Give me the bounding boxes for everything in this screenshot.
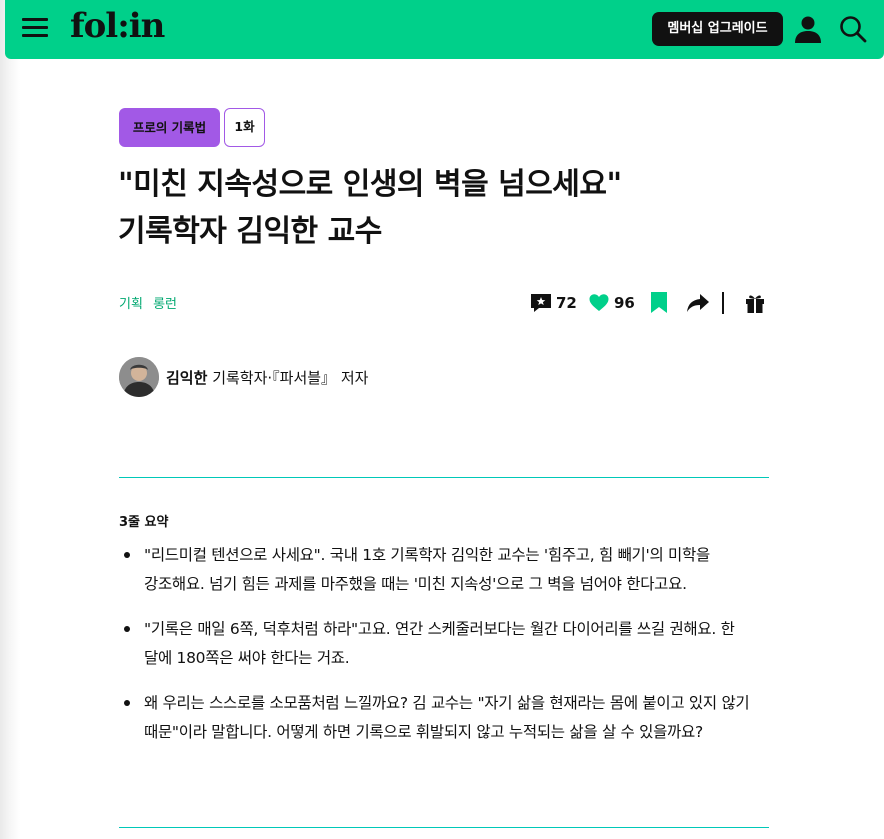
keyword-tag[interactable]: 기획 [119, 297, 143, 312]
heart-icon [589, 294, 609, 311]
summary-list: "리드미컬 텐션으로 사세요". 국내 1호 기록학자 김익한 교수는 '힘주고… [119, 541, 759, 763]
left-edge-shade [0, 0, 20, 839]
actions-divider [722, 292, 724, 314]
summary-item: "기록은 매일 6쪽, 덕후처럼 하라"고요. 연간 스케줄러보다는 월간 다이… [119, 615, 759, 672]
gift-button[interactable] [744, 290, 766, 316]
section-divider-top [119, 477, 769, 478]
summary-item: 왜 우리는 스스로를 소모품처럼 느낄까요? 김 교수는 "자기 삶을 현재라는… [119, 689, 759, 746]
author-description: 기록학자·『파서블』 저자 [212, 369, 369, 387]
keyword-tag[interactable]: 롱런 [153, 297, 177, 312]
author-line: 김익한 기록학자·『파서블』 저자 [166, 367, 368, 388]
search-icon[interactable] [838, 14, 868, 44]
comment-icon [531, 294, 551, 312]
share-icon [687, 294, 709, 312]
membership-upgrade-button[interactable]: 멤버십 업그레이드 [652, 12, 783, 46]
summary-item: "리드미컬 텐션으로 사세요". 국내 1호 기록학자 김익한 교수는 '힘주고… [119, 541, 759, 598]
keyword-tags: 기획 롱런 [119, 293, 183, 312]
article-title: "미친 지속성으로 인생의 벽을 넘으세요" 기록학자 김익한 교수 [118, 161, 738, 255]
episode-tag: 1화 [224, 108, 265, 147]
bookmark-button[interactable] [648, 290, 670, 316]
author-name[interactable]: 김익한 [166, 369, 207, 387]
hamburger-menu-icon[interactable] [22, 16, 48, 40]
gift-icon [746, 295, 764, 313]
comment-count: 72 [556, 294, 577, 312]
title-line-2: 기록학자 김익한 교수 [118, 214, 382, 249]
like-count: 96 [614, 294, 635, 312]
section-divider-bottom [119, 827, 769, 828]
comment-button[interactable]: 72 [530, 290, 577, 316]
series-tag[interactable]: 프로의 기록법 [119, 108, 220, 147]
folin-logo[interactable]: fol:in [70, 6, 165, 46]
author-avatar[interactable] [119, 357, 159, 397]
top-navigation-bar: fol:in 멤버십 업그레이드 [5, 0, 884, 59]
summary-title: 3줄 요약 [119, 515, 169, 530]
share-button[interactable] [686, 290, 710, 316]
title-line-1: "미친 지속성으로 인생의 벽을 넘으세요" [118, 167, 622, 202]
like-button[interactable]: 96 [588, 290, 635, 316]
user-icon[interactable] [793, 14, 823, 44]
bookmark-icon [651, 292, 667, 313]
